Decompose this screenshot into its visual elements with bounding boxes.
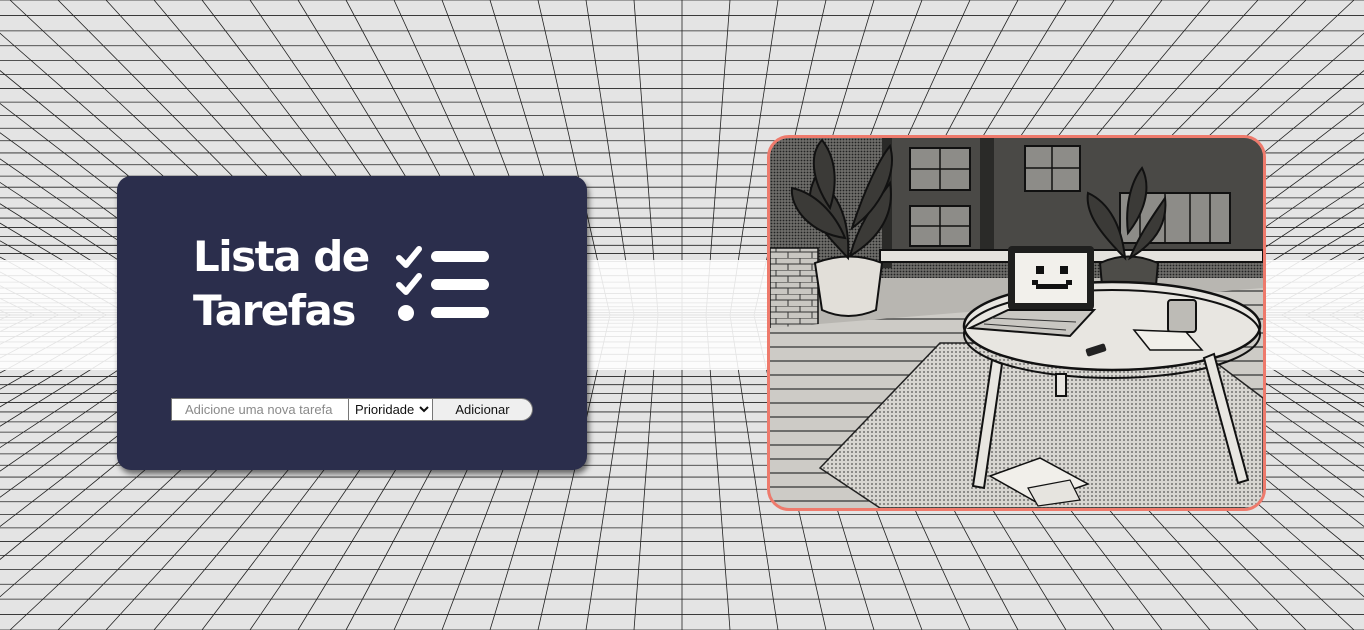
title-line-2: Tarefas <box>193 286 356 335</box>
illustration-frame <box>767 135 1266 511</box>
add-task-form: Prioridade Adicionar <box>171 398 533 421</box>
checklist-icon <box>396 246 489 321</box>
page-title: Lista de Tarefas <box>193 230 370 338</box>
todo-card: Lista de Tarefas Prioridade Adicionar <box>117 176 587 470</box>
desk-laptop-illustration <box>770 138 1263 508</box>
add-button[interactable]: Adicionar <box>433 398 533 421</box>
title-line-1: Lista de <box>193 232 370 281</box>
task-input[interactable] <box>171 398 348 421</box>
priority-select[interactable]: Prioridade <box>348 398 433 421</box>
